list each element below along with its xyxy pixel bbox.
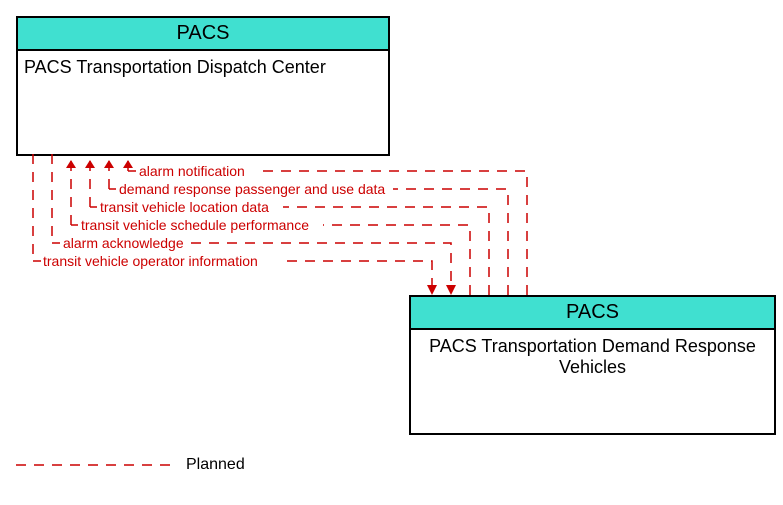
dispatch-center-box: PACS PACS Transportation Dispatch Center bbox=[16, 16, 390, 156]
flow-label-operator-information: transit vehicle operator information bbox=[43, 253, 258, 269]
flow-label-alarm-acknowledge: alarm acknowledge bbox=[63, 235, 184, 251]
legend-planned-label: Planned bbox=[186, 456, 245, 474]
dispatch-center-header: PACS bbox=[18, 18, 388, 51]
flow-label-location-data: transit vehicle location data bbox=[100, 199, 269, 215]
response-vehicles-box: PACS PACS Transportation Demand Response… bbox=[409, 295, 776, 435]
flow-label-demand-response: demand response passenger and use data bbox=[119, 181, 385, 197]
dispatch-center-title: PACS Transportation Dispatch Center bbox=[18, 51, 388, 84]
response-vehicles-header: PACS bbox=[411, 297, 774, 330]
response-vehicles-title: PACS Transportation Demand Response Vehi… bbox=[411, 330, 774, 384]
flow-label-alarm-notification: alarm notification bbox=[139, 163, 245, 179]
flow-label-schedule-performance: transit vehicle schedule performance bbox=[81, 217, 309, 233]
